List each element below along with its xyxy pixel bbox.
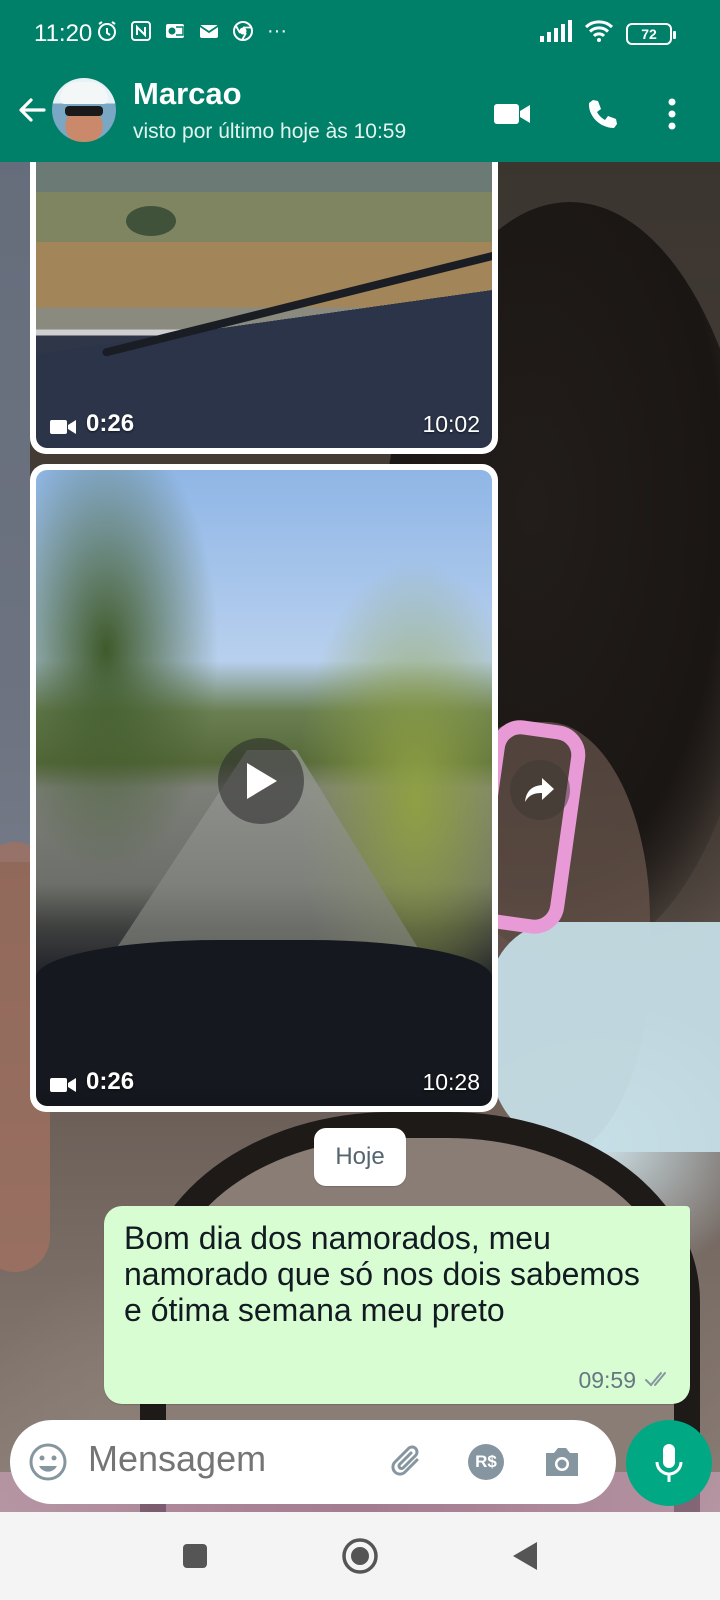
mail-icon [198,20,220,42]
video-thumbnail[interactable]: 0:26 10:28 [36,470,492,1106]
message-text: Bom dia dos namorados, meu namorado que … [124,1220,640,1328]
status-bar: 11:20 ··· 72 [0,0,720,70]
mic-icon [655,1444,683,1482]
message-composer: R$ [10,1420,616,1504]
contact-avatar[interactable] [52,78,116,142]
video-duration-text: 0:26 [86,1068,135,1095]
video-duration-text: 0:26 [86,410,135,437]
system-nav-bar [0,1512,720,1600]
video-camera-icon [50,415,76,434]
home-icon[interactable] [338,1534,382,1578]
video-call-icon[interactable] [490,92,534,136]
battery-indicator: 72 [626,22,676,45]
recent-apps-icon[interactable] [173,1534,217,1578]
outlook-icon [164,20,186,42]
mic-button[interactable] [626,1420,712,1506]
status-notification-icons: ··· [96,20,288,42]
camera-icon[interactable] [540,1440,584,1484]
back-arrow-icon[interactable] [12,90,52,130]
payment-label: R$ [475,1452,497,1471]
payment-icon[interactable]: R$ [464,1440,508,1484]
play-icon[interactable] [218,738,304,824]
alarm-icon [96,20,118,42]
wifi-icon [584,20,614,47]
video-message[interactable]: 0:26 10:02 [30,130,498,454]
emoji-icon[interactable] [26,1440,70,1484]
last-seen-status: visto por último hoje às 10:59 [133,120,407,143]
video-camera-icon [50,1073,76,1092]
voice-call-icon[interactable] [580,92,624,136]
more-vertical-icon[interactable] [650,92,694,136]
video-duration: 0:26 [50,410,134,438]
forward-icon[interactable] [510,760,570,820]
double-check-icon [644,1367,672,1394]
video-duration: 0:26 [50,1068,134,1096]
chrome-icon [232,20,254,42]
more-notifications-icon: ··· [267,19,287,42]
video-message[interactable]: 0:26 10:28 [30,464,498,1112]
contact-name[interactable]: Marcao [133,76,242,112]
status-time: 11:20 [34,20,93,47]
attach-icon[interactable] [385,1440,429,1484]
message-meta: 09:59 [578,1367,672,1394]
date-divider: Hoje [314,1128,406,1186]
message-time: 09:59 [578,1367,636,1393]
message-input[interactable] [88,1438,368,1480]
back-icon[interactable] [503,1534,547,1578]
chat-header: Marcao visto por último hoje às 10:59 [0,70,720,162]
message-time: 10:02 [422,411,480,437]
nfc-icon [130,20,152,42]
signal-icon [540,20,572,47]
video-thumbnail[interactable]: 0:26 10:02 [36,136,492,448]
message-time: 10:28 [422,1069,480,1095]
outgoing-message[interactable]: Bom dia dos namorados, meu namorado que … [104,1206,690,1404]
